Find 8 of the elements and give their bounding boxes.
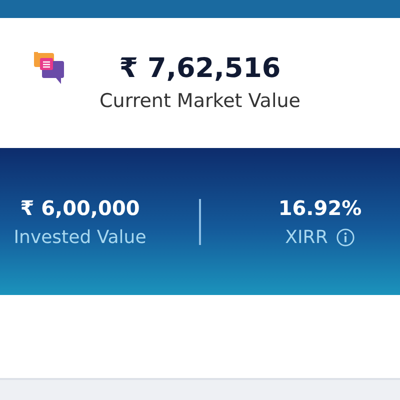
market-value-label: Current Market Value [100,89,300,113]
stat-label: Invested Value [14,226,146,250]
market-value: ₹ 7,62,516 [119,52,281,86]
stat-label: XIRR [285,226,328,250]
info-icon[interactable] [336,228,355,247]
stat-value: 16.92% [278,194,362,222]
stat-value: ₹ 6,00,000 [20,194,140,222]
chat-icon[interactable] [34,52,64,84]
